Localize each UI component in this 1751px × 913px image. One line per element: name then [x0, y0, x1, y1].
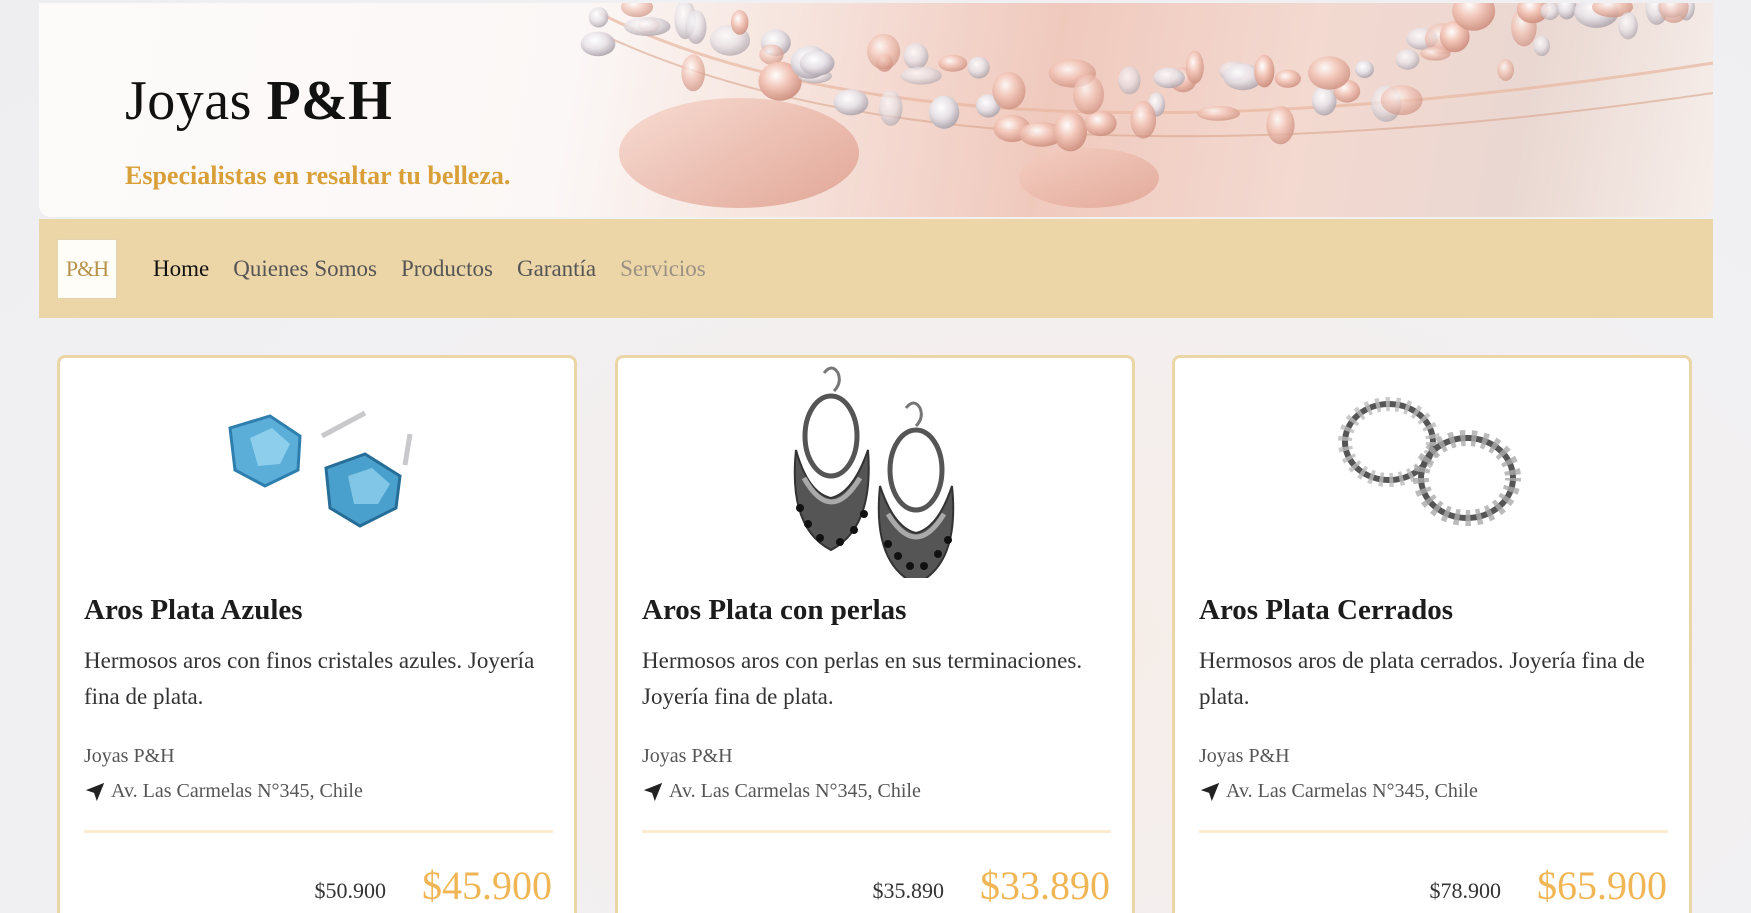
tiara-gem: [1533, 35, 1551, 57]
product-image-silver-pearl-earrings: [793, 366, 955, 578]
product-description: Hermosos aros con perlas en sus terminac…: [642, 648, 1083, 709]
nav-item-productos[interactable]: Productos: [401, 256, 493, 282]
tiara-gem: [681, 54, 705, 92]
product-image-blue-crystal-earrings: [228, 410, 413, 528]
nav-links: Home Quienes Somos Productos Garantía Se…: [153, 256, 730, 282]
tiara-gem: [1618, 12, 1638, 40]
product-title[interactable]: Aros Plata con perlas: [642, 594, 906, 627]
tiara-gem: [621, 3, 653, 18]
location-arrow-icon: [643, 782, 663, 801]
product-address-text: Av. Las Carmelas N°345, Chile: [669, 780, 921, 802]
nav-item-garantia[interactable]: Garantía: [517, 256, 596, 282]
product-title[interactable]: Aros Plata Cerrados: [1199, 594, 1453, 627]
product-card: Aros Plata con perlas Hermosos aros con …: [615, 355, 1135, 913]
tiara-gem: [1395, 49, 1420, 70]
product-address-text: Av. Las Carmelas N°345, Chile: [1226, 780, 1478, 802]
product-description: Hermosos aros con finos cristales azules…: [84, 648, 535, 709]
tiara-gem: [1380, 85, 1423, 116]
tiara-gem: [580, 31, 616, 57]
tiara-gem: [1153, 67, 1185, 89]
tiara-gem: [1053, 111, 1087, 152]
tiara-gem: [938, 54, 968, 72]
site-tagline: Especialistas en resaltar tu belleza.: [125, 161, 511, 190]
tiara-gem: [833, 89, 869, 116]
tiara-gem: [588, 7, 609, 28]
product-price: $33.890: [980, 863, 1110, 908]
tiara-gem: [1118, 66, 1141, 95]
tiara-gem: [1073, 74, 1104, 115]
tiara-gem: [1130, 101, 1157, 139]
tiara-gem: [967, 56, 990, 79]
product-brand: Joyas P&H: [642, 745, 733, 767]
product-old-price: $78.900: [1429, 878, 1502, 903]
tiara-gem: [879, 90, 903, 126]
location-arrow-icon: [1200, 782, 1220, 801]
product-brand: Joyas P&H: [1199, 745, 1290, 767]
tiara-gem: [1540, 3, 1560, 20]
brand-logo-text: P&H: [65, 255, 109, 281]
tiara-gem: [900, 66, 942, 85]
location-arrow-icon: [85, 782, 105, 801]
product-price: $45.900: [422, 863, 552, 908]
nav-item-quienes-somos[interactable]: Quienes Somos: [233, 256, 377, 282]
tiara-gem: [1196, 106, 1240, 121]
product-price: $65.900: [1537, 863, 1667, 908]
product-card: Aros Plata Cerrados Hermosos aros de pla…: [1172, 355, 1692, 913]
tiara-gem: [1308, 56, 1351, 90]
tiara-gem: [867, 33, 901, 70]
product-old-price: $50.900: [314, 878, 387, 903]
product-old-price: $35.890: [872, 878, 945, 903]
tiara-gem: [799, 50, 835, 76]
tiara-gem: [1266, 105, 1295, 145]
product-title[interactable]: Aros Plata Azules: [84, 594, 303, 627]
tiara-gem: [1274, 69, 1301, 88]
card-divider: [1199, 830, 1668, 833]
tiara-gem: [1185, 50, 1204, 84]
site-title: Joyas P&H: [125, 70, 393, 132]
nav-item-servicios: Servicios: [620, 255, 706, 281]
tiara-gem: [928, 95, 960, 129]
product-image-silver-hoop-earrings: [1338, 397, 1521, 526]
product-address-text: Av. Las Carmelas N°345, Chile: [111, 780, 363, 802]
tiara-gem: [624, 17, 671, 36]
header-banner: Joyas P&H Especialistas en resaltar tu b…: [39, 3, 1713, 217]
tiara-gem: [685, 10, 707, 44]
tiara-gem: [1497, 59, 1514, 81]
product-card: Aros Plata Azules Hermosos aros con fino…: [57, 355, 577, 913]
card-divider: [642, 830, 1111, 833]
tiara-gem: [1557, 3, 1577, 20]
tiara-gem: [903, 42, 929, 70]
card-divider: [84, 830, 553, 833]
product-description: Hermosos aros de plata cerrados. Joyería…: [1199, 648, 1645, 709]
product-brand: Joyas P&H: [84, 745, 175, 767]
product-address: Av. Las Carmelas N°345, Chile: [84, 780, 363, 803]
brand-logo[interactable]: P&H: [57, 238, 117, 299]
tiara-gem: [1311, 86, 1337, 116]
tiara-gem: [992, 71, 1026, 110]
main-navbar: P&H Home Quienes Somos Productos Garantí…: [39, 219, 1713, 318]
product-address: Av. Las Carmelas N°345, Chile: [1199, 780, 1478, 803]
tiara-gem: [1254, 54, 1275, 88]
product-address: Av. Las Carmelas N°345, Chile: [642, 780, 921, 803]
tiara-gem: [1355, 60, 1374, 79]
nav-item-home[interactable]: Home: [153, 256, 209, 282]
tiara-gem: [730, 10, 749, 35]
